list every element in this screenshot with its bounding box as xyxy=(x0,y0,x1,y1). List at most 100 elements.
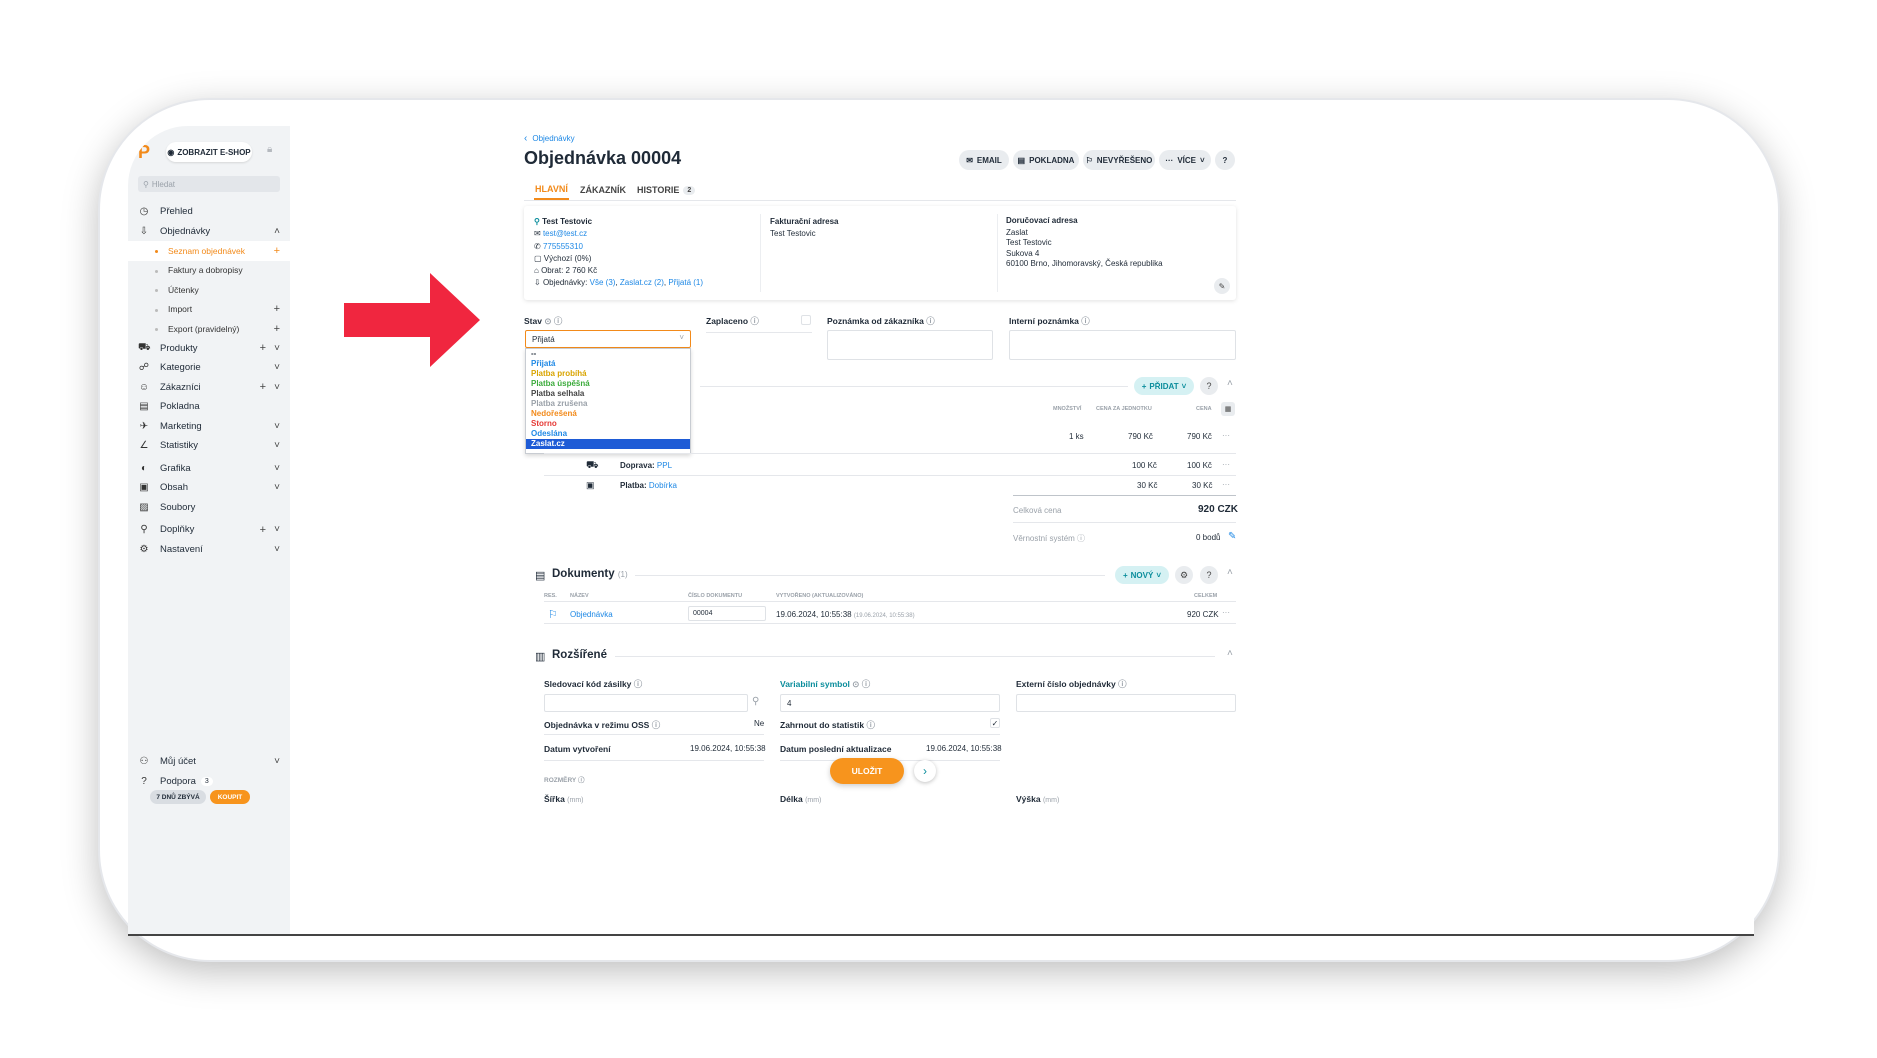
status-option[interactable]: Platba probíhá xyxy=(526,369,690,379)
paid-checkbox[interactable] xyxy=(801,315,811,325)
customer-note-label-text: Poznámka od zákazníka xyxy=(827,316,924,326)
document-more-button[interactable]: ··· xyxy=(1222,608,1230,617)
customer-note-field[interactable] xyxy=(827,330,993,360)
customer-name[interactable]: Test Testovic xyxy=(542,217,592,226)
sidebar-item-soubory[interactable]: ▨ Soubory xyxy=(128,498,290,518)
chevron-down-icon[interactable]: ˅ xyxy=(274,463,280,474)
documents-settings-icon[interactable]: ⚙ xyxy=(1175,566,1193,584)
plus-icon[interactable]: + xyxy=(274,245,280,257)
sidebar-item-marketing[interactable]: ✈ Marketing ˅ xyxy=(128,417,290,437)
tab-customer[interactable]: ZÁKAZNÍK xyxy=(580,180,626,200)
chevron-down-icon[interactable]: ˅ xyxy=(274,756,280,767)
app-logo[interactable]: P xyxy=(138,142,158,162)
chevron-right-icon[interactable]: › xyxy=(914,760,936,782)
chevron-down-icon[interactable]: ˅ xyxy=(274,362,280,373)
chevron-down-icon[interactable]: ˅ xyxy=(274,382,280,393)
plus-icon[interactable]: + xyxy=(274,303,280,315)
columns-settings-icon[interactable]: ▦ xyxy=(1221,402,1235,416)
sidebar-subitem[interactable]: Účtenky xyxy=(128,280,290,300)
status-select[interactable]: Přijatá ˅ xyxy=(525,330,691,348)
collapse-icon[interactable]: ˄ xyxy=(1227,648,1233,659)
plus-icon[interactable]: + xyxy=(260,524,266,536)
status-option[interactable]: Přijatá xyxy=(526,359,690,369)
sidebar-item-produkty[interactable]: ⛟ Produkty + ˅ xyxy=(128,339,290,359)
product-more-button[interactable]: ··· xyxy=(1222,431,1230,440)
edit-loyalty-icon[interactable]: ✎ xyxy=(1228,531,1236,542)
internal-note-field[interactable] xyxy=(1009,330,1236,360)
sidebar-item-objedn-vky[interactable]: ⇩ Objednávky ˄ xyxy=(128,222,290,242)
status-option[interactable]: Odeslána xyxy=(526,429,690,439)
document-name-link[interactable]: Objednávka xyxy=(570,610,613,619)
sidebar-item-kategorie[interactable]: ☍ Kategorie ˅ xyxy=(128,358,290,378)
collapse-icon[interactable]: ˄ xyxy=(1227,567,1233,578)
collapse-icon[interactable]: ˄ xyxy=(1227,378,1233,389)
documents-help-button[interactable]: ? xyxy=(1200,566,1218,584)
customer-email-link[interactable]: test@test.cz xyxy=(543,229,587,238)
sidebar-search-input[interactable]: ⚲ Hledat xyxy=(138,176,280,192)
help-button[interactable]: ? xyxy=(1215,150,1235,170)
sidebar-item-z-kazn-ci[interactable]: ☺ Zákazníci + ˅ xyxy=(128,378,290,398)
orders-accepted-link[interactable]: Přijatá (1) xyxy=(668,278,703,287)
email-button[interactable]: ✉ EMAIL xyxy=(959,150,1009,170)
status-option[interactable]: Platba selhala xyxy=(526,389,690,399)
status-option[interactable]: Zaslat.cz xyxy=(526,439,690,449)
status-option[interactable]: Nedořešená xyxy=(526,409,690,419)
location-pin-icon[interactable]: ⚲ xyxy=(752,696,759,707)
chevron-down-icon[interactable]: ˅ xyxy=(274,544,280,555)
chevron-down-icon[interactable]: ˅ xyxy=(274,524,280,535)
customer-phone-link[interactable]: 775555310 xyxy=(543,242,583,251)
payment-more-button[interactable]: ··· xyxy=(1222,480,1230,489)
stats-checkbox[interactable]: ✓ xyxy=(990,718,1000,728)
breadcrumb[interactable]: ‹ Objednávky xyxy=(524,133,575,144)
sidebar-item-dopl-ky[interactable]: ⚲ Doplňky + ˅ xyxy=(128,520,290,540)
view-eshop-button[interactable]: ◉ ZOBRAZIT E-SHOP xyxy=(166,142,252,162)
chevron-down-icon[interactable]: ˅ xyxy=(274,440,280,451)
chevron-down-icon[interactable]: ˅ xyxy=(274,482,280,493)
flag-icon[interactable]: ⚐ xyxy=(548,608,558,621)
items-help-button[interactable]: ? xyxy=(1200,377,1218,395)
sidebar-item-pokladna[interactable]: ▤ Pokladna xyxy=(128,397,290,417)
sidebar-item-nastaven-[interactable]: ⚙ Nastavení ˅ xyxy=(128,540,290,560)
orders-zaslat-link[interactable]: Zaslat.cz (2) xyxy=(620,278,664,287)
shipping-more-button[interactable]: ··· xyxy=(1222,460,1230,469)
orders-all-link[interactable]: Vše (3) xyxy=(590,278,616,287)
sidebar-item-statistiky[interactable]: ∠ Statistiky ˅ xyxy=(128,436,290,456)
tab-main[interactable]: HLAVNÍ xyxy=(534,180,569,200)
sidebar-subitem[interactable]: Faktury a dobropisy xyxy=(128,261,290,281)
add-item-button[interactable]: + PŘIDAT ˅ xyxy=(1134,377,1194,395)
sidebar-item-support[interactable]: ? Podpora 3 xyxy=(128,772,290,792)
sidebar-subitem[interactable]: Seznam objednávek + xyxy=(128,241,290,261)
external-number-field[interactable] xyxy=(1016,694,1236,712)
sidebar-item-p-ehled[interactable]: ◷ Přehled xyxy=(128,202,290,222)
tracking-code-field[interactable] xyxy=(544,694,748,712)
edit-address-icon[interactable]: ✎ xyxy=(1214,278,1230,294)
status-option[interactable]: -- xyxy=(526,349,690,359)
plus-icon[interactable]: + xyxy=(260,381,266,393)
unresolved-button[interactable]: ⚐ NEVYŘEŠENO xyxy=(1083,150,1155,170)
payment-method-link[interactable]: Dobírka xyxy=(649,481,677,490)
plus-icon[interactable]: + xyxy=(260,342,266,354)
sidebar-item-grafika[interactable]: ◐ Grafika ˅ xyxy=(128,459,290,479)
oss-value[interactable]: Ne xyxy=(754,719,764,728)
sidebar-subitem[interactable]: Export (pravidelný) + xyxy=(128,319,290,339)
status-option[interactable]: Storno xyxy=(526,419,690,429)
buy-button[interactable]: KOUPIT xyxy=(210,790,250,804)
more-button[interactable]: ··· VÍCE ˅ xyxy=(1159,150,1211,170)
document-number-field[interactable]: 00004 xyxy=(688,606,766,621)
tab-history[interactable]: HISTORIE 2 xyxy=(637,180,696,200)
status-option[interactable]: Platba zrušena xyxy=(526,399,690,409)
chevron-up-icon[interactable]: ˄ xyxy=(274,226,280,237)
pos-button[interactable]: ▤ POKLADNA xyxy=(1013,150,1079,170)
chevron-down-icon[interactable]: ˅ xyxy=(274,421,280,432)
plus-icon[interactable]: + xyxy=(274,323,280,335)
lock-icon[interactable]: 🔒︎ xyxy=(267,144,272,155)
new-document-button[interactable]: + NOVÝ ˅ xyxy=(1115,566,1169,584)
sidebar-subitem[interactable]: Import + xyxy=(128,300,290,320)
sidebar-item-obsah[interactable]: ▣ Obsah ˅ xyxy=(128,478,290,498)
variable-symbol-field[interactable]: 4 xyxy=(780,694,1000,712)
sidebar-item-account[interactable]: ⚇ Můj účet ˅ xyxy=(128,752,290,772)
save-button[interactable]: ULOŽIT xyxy=(830,758,904,784)
chevron-down-icon[interactable]: ˅ xyxy=(274,343,280,354)
shipping-method-link[interactable]: PPL xyxy=(657,461,672,470)
status-option[interactable]: Platba úspěšná xyxy=(526,379,690,389)
